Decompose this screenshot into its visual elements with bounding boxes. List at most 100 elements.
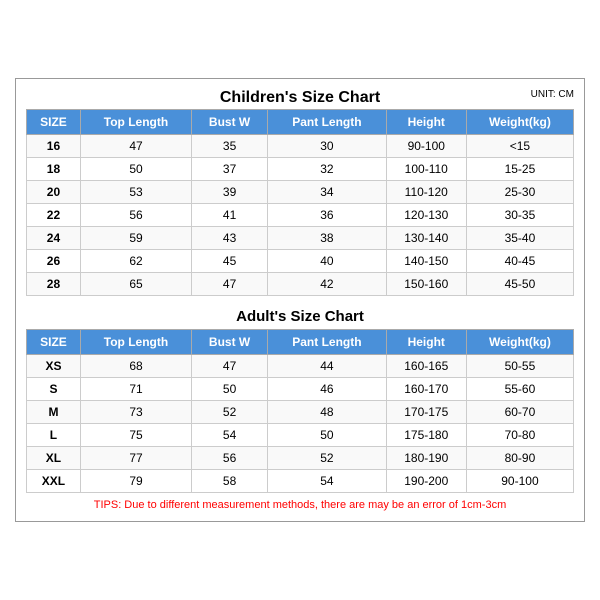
table-cell: 54 <box>192 424 268 447</box>
table-cell: 48 <box>268 401 386 424</box>
table-cell: <15 <box>466 135 573 158</box>
table-cell: 58 <box>192 470 268 493</box>
table-cell: 45 <box>192 250 268 273</box>
table-cell: 140-150 <box>386 250 466 273</box>
children-header-cell: Bust W <box>192 110 268 135</box>
table-cell: 90-100 <box>466 470 573 493</box>
table-cell: 47 <box>192 273 268 296</box>
adult-header-cell: Pant Length <box>268 330 386 355</box>
table-cell: 47 <box>80 135 191 158</box>
table-cell: 55-60 <box>466 378 573 401</box>
table-cell: 62 <box>80 250 191 273</box>
table-cell: 180-190 <box>386 447 466 470</box>
table-cell: 130-140 <box>386 227 466 250</box>
children-table: SIZETop LengthBust WPant LengthHeightWei… <box>26 109 574 296</box>
table-cell: 56 <box>192 447 268 470</box>
table-cell: 28 <box>27 273 81 296</box>
table-cell: 190-200 <box>386 470 466 493</box>
table-cell: 30 <box>268 135 386 158</box>
adult-body: XS684744160-16550-55S715046160-17055-60M… <box>27 355 574 493</box>
table-cell: 75 <box>80 424 191 447</box>
children-header-cell: Weight(kg) <box>466 110 573 135</box>
table-cell: XL <box>27 447 81 470</box>
table-cell: 34 <box>268 181 386 204</box>
table-cell: 26 <box>27 250 81 273</box>
table-cell: 18 <box>27 158 81 181</box>
table-cell: 32 <box>268 158 386 181</box>
table-cell: 77 <box>80 447 191 470</box>
adult-header-row: SIZETop LengthBust WPant LengthHeightWei… <box>27 330 574 355</box>
table-row: 28654742150-16045-50 <box>27 273 574 296</box>
table-row: 24594338130-14035-40 <box>27 227 574 250</box>
table-row: 26624540140-15040-45 <box>27 250 574 273</box>
main-title: Children's Size Chart UNIT: CM <box>26 89 574 107</box>
table-cell: 68 <box>80 355 191 378</box>
table-row: M735248170-17560-70 <box>27 401 574 424</box>
table-row: XL775652180-19080-90 <box>27 447 574 470</box>
children-header-cell: Height <box>386 110 466 135</box>
table-cell: 38 <box>268 227 386 250</box>
table-cell: XS <box>27 355 81 378</box>
table-row: XS684744160-16550-55 <box>27 355 574 378</box>
table-cell: 50 <box>80 158 191 181</box>
table-cell: 47 <box>192 355 268 378</box>
table-cell: 50 <box>192 378 268 401</box>
table-cell: 59 <box>80 227 191 250</box>
table-row: 18503732100-11015-25 <box>27 158 574 181</box>
table-cell: 52 <box>268 447 386 470</box>
table-cell: 35-40 <box>466 227 573 250</box>
table-cell: 52 <box>192 401 268 424</box>
table-row: 1647353090-100<15 <box>27 135 574 158</box>
table-cell: 160-165 <box>386 355 466 378</box>
table-cell: 25-30 <box>466 181 573 204</box>
adult-table: SIZETop LengthBust WPant LengthHeightWei… <box>26 329 574 493</box>
children-body: 1647353090-100<1518503732100-11015-25205… <box>27 135 574 296</box>
adult-header-cell: Top Length <box>80 330 191 355</box>
adult-header-cell: Bust W <box>192 330 268 355</box>
adult-header-cell: SIZE <box>27 330 81 355</box>
table-cell: 73 <box>80 401 191 424</box>
table-cell: 71 <box>80 378 191 401</box>
table-cell: 37 <box>192 158 268 181</box>
table-cell: 20 <box>27 181 81 204</box>
table-cell: 45-50 <box>466 273 573 296</box>
table-cell: 36 <box>268 204 386 227</box>
table-cell: 39 <box>192 181 268 204</box>
table-cell: 170-175 <box>386 401 466 424</box>
table-cell: 160-170 <box>386 378 466 401</box>
unit-label: UNIT: CM <box>531 89 574 100</box>
table-row: S715046160-17055-60 <box>27 378 574 401</box>
table-cell: 30-35 <box>466 204 573 227</box>
table-cell: S <box>27 378 81 401</box>
table-cell: 50-55 <box>466 355 573 378</box>
table-cell: 44 <box>268 355 386 378</box>
table-cell: 100-110 <box>386 158 466 181</box>
children-header-cell: Pant Length <box>268 110 386 135</box>
table-cell: 43 <box>192 227 268 250</box>
table-cell: 90-100 <box>386 135 466 158</box>
children-header-cell: SIZE <box>27 110 81 135</box>
table-cell: 16 <box>27 135 81 158</box>
table-cell: 175-180 <box>386 424 466 447</box>
table-row: L755450175-18070-80 <box>27 424 574 447</box>
children-header-cell: Top Length <box>80 110 191 135</box>
table-cell: 80-90 <box>466 447 573 470</box>
table-cell: 40 <box>268 250 386 273</box>
table-cell: 79 <box>80 470 191 493</box>
table-cell: M <box>27 401 81 424</box>
table-cell: 41 <box>192 204 268 227</box>
table-cell: 35 <box>192 135 268 158</box>
table-cell: 46 <box>268 378 386 401</box>
table-cell: 40-45 <box>466 250 573 273</box>
table-cell: XXL <box>27 470 81 493</box>
chart-wrapper: Children's Size Chart UNIT: CM SIZETop L… <box>15 78 585 522</box>
table-cell: 60-70 <box>466 401 573 424</box>
table-cell: 65 <box>80 273 191 296</box>
adult-header-cell: Height <box>386 330 466 355</box>
table-row: 22564136120-13030-35 <box>27 204 574 227</box>
table-cell: 42 <box>268 273 386 296</box>
table-cell: 15-25 <box>466 158 573 181</box>
adult-section-title: Adult's Size Chart <box>26 302 574 329</box>
table-cell: 110-120 <box>386 181 466 204</box>
table-cell: 53 <box>80 181 191 204</box>
